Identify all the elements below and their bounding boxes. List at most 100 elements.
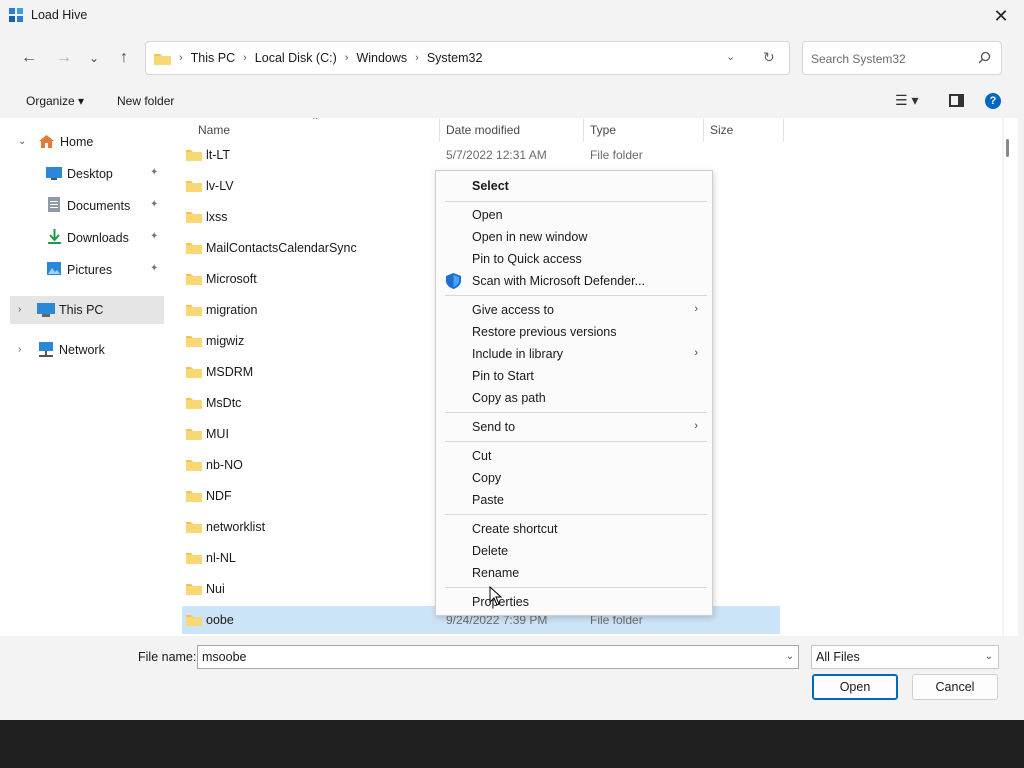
- breadcrumb-windows[interactable]: Windows: [356, 51, 407, 65]
- chevron-right-icon[interactable]: ›: [415, 52, 419, 64]
- up-arrow-icon: ↑: [120, 49, 128, 66]
- documents-icon: [48, 197, 60, 212]
- breadcrumb-this-pc[interactable]: This PC: [191, 51, 235, 65]
- sidebar-item-home[interactable]: ⌄ Home: [10, 128, 165, 156]
- menu-item-open-new-window[interactable]: Open in new window: [436, 226, 712, 248]
- view-options-icon[interactable]: ☰ ▾: [895, 92, 918, 109]
- sort-ascending-icon: ⌃: [311, 118, 320, 127]
- open-button[interactable]: Open: [812, 674, 898, 700]
- pin-icon: ✦: [150, 231, 159, 242]
- cancel-button[interactable]: Cancel: [912, 674, 998, 700]
- menu-item-pin-quick-access[interactable]: Pin to Quick access: [436, 248, 712, 270]
- desktop-icon: [46, 167, 62, 180]
- pin-icon: ✦: [150, 263, 159, 274]
- organize-button[interactable]: Organize ▾: [26, 94, 84, 108]
- refresh-icon[interactable]: ↻: [763, 49, 775, 66]
- recent-locations-button[interactable]: ⌄: [80, 44, 108, 72]
- file-name-label: File name:: [138, 650, 197, 664]
- column-header-name[interactable]: Name: [198, 123, 230, 137]
- column-header-date[interactable]: Date modified: [446, 123, 520, 137]
- column-divider[interactable]: [783, 118, 784, 142]
- menu-item-restore-versions[interactable]: Restore previous versions: [436, 321, 712, 343]
- sidebar-item-pictures[interactable]: Pictures ✦: [10, 256, 165, 284]
- forward-button[interactable]: →: [50, 44, 78, 72]
- menu-item-create-shortcut[interactable]: Create shortcut: [436, 518, 712, 540]
- pin-icon: ✦: [150, 199, 159, 210]
- search-input[interactable]: Search System32: [802, 41, 1002, 75]
- vertical-scrollbar[interactable]: [1004, 118, 1018, 636]
- table-row[interactable]: lt-LT 5/7/2022 12:31 AM File folder: [182, 141, 780, 169]
- scrollbar-thumb[interactable]: [1006, 139, 1009, 157]
- chevron-right-icon[interactable]: ›: [18, 344, 21, 355]
- file-name: oobe: [206, 613, 234, 627]
- back-button[interactable]: ←: [15, 44, 43, 72]
- sidebar-item-label: This PC: [59, 303, 104, 317]
- file-name-value: msoobe: [202, 650, 247, 664]
- chevron-down-icon[interactable]: ⌄: [18, 136, 26, 147]
- folder-icon: [186, 150, 202, 161]
- menu-item-select[interactable]: Select: [436, 175, 712, 197]
- folder-icon: [186, 398, 202, 409]
- back-arrow-icon: ←: [21, 49, 37, 66]
- file-name: MailContactsCalendarSync: [206, 241, 357, 255]
- file-name-field[interactable]: msoobe ⌄: [197, 645, 799, 669]
- menu-divider: [445, 587, 707, 588]
- menu-divider: [445, 441, 707, 442]
- menu-item-pin-start[interactable]: Pin to Start: [436, 365, 712, 387]
- chevron-down-icon[interactable]: ⌄: [786, 651, 794, 662]
- menu-item-cut[interactable]: Cut: [436, 445, 712, 467]
- column-divider[interactable]: [583, 118, 584, 142]
- file-name: lv-LV: [206, 179, 234, 193]
- menu-item-give-access[interactable]: Give access to ›: [436, 299, 712, 321]
- folder-icon: [186, 491, 202, 502]
- menu-divider: [445, 295, 707, 296]
- column-header-size[interactable]: Size: [710, 123, 733, 137]
- column-divider[interactable]: [439, 118, 440, 142]
- menu-item-delete[interactable]: Delete: [436, 540, 712, 562]
- taskbar: [0, 721, 1024, 768]
- pin-icon: ✦: [150, 167, 159, 178]
- menu-item-scan-defender[interactable]: Scan with Microsoft Defender...: [436, 270, 712, 292]
- menu-item-include-library[interactable]: Include in library ›: [436, 343, 712, 365]
- preview-pane-icon[interactable]: [949, 94, 964, 107]
- column-header-type[interactable]: Type: [590, 123, 616, 137]
- folder-icon: [186, 429, 202, 440]
- menu-item-rename[interactable]: Rename: [436, 562, 712, 584]
- folder-icon: [186, 522, 202, 533]
- new-folder-button[interactable]: New folder: [117, 94, 174, 108]
- chevron-right-icon[interactable]: ›: [18, 304, 21, 315]
- sidebar-item-downloads[interactable]: Downloads ✦: [10, 224, 165, 252]
- breadcrumb-local-disk[interactable]: Local Disk (C:): [255, 51, 337, 65]
- chevron-right-icon[interactable]: ›: [243, 52, 247, 64]
- menu-item-copy[interactable]: Copy: [436, 467, 712, 489]
- file-name: Microsoft: [206, 272, 257, 286]
- folder-icon: [186, 181, 202, 192]
- folder-icon: [186, 553, 202, 564]
- submenu-arrow-icon: ›: [694, 303, 698, 315]
- file-name: NDF: [206, 489, 232, 503]
- menu-item-open[interactable]: Open: [436, 204, 712, 226]
- menu-divider: [445, 201, 707, 202]
- folder-icon: [186, 336, 202, 347]
- breadcrumb-system32[interactable]: System32: [427, 51, 483, 65]
- file-type-select[interactable]: All Files ⌄: [811, 645, 999, 669]
- sidebar-item-documents[interactable]: Documents ✦: [10, 192, 165, 220]
- help-icon[interactable]: ?: [985, 93, 1001, 109]
- network-icon: [39, 342, 53, 357]
- address-bar[interactable]: › This PC › Local Disk (C:) › Windows › …: [145, 41, 790, 75]
- close-button[interactable]: ✕: [978, 0, 1024, 32]
- menu-divider: [445, 412, 707, 413]
- up-button[interactable]: ↑: [110, 44, 138, 72]
- registry-icon: [9, 8, 23, 22]
- file-name: lt-LT: [206, 148, 231, 162]
- menu-item-send-to[interactable]: Send to ›: [436, 416, 712, 438]
- chevron-right-icon[interactable]: ›: [345, 52, 349, 64]
- sidebar-item-desktop[interactable]: Desktop ✦: [10, 160, 165, 188]
- column-divider[interactable]: [703, 118, 704, 142]
- address-dropdown-icon[interactable]: ⌄: [726, 50, 735, 63]
- sidebar-item-network[interactable]: › Network: [10, 336, 165, 364]
- sidebar-item-this-pc[interactable]: › This PC: [10, 296, 164, 324]
- menu-item-paste[interactable]: Paste: [436, 489, 712, 511]
- menu-item-properties[interactable]: Properties: [436, 591, 712, 613]
- menu-item-copy-path[interactable]: Copy as path: [436, 387, 712, 409]
